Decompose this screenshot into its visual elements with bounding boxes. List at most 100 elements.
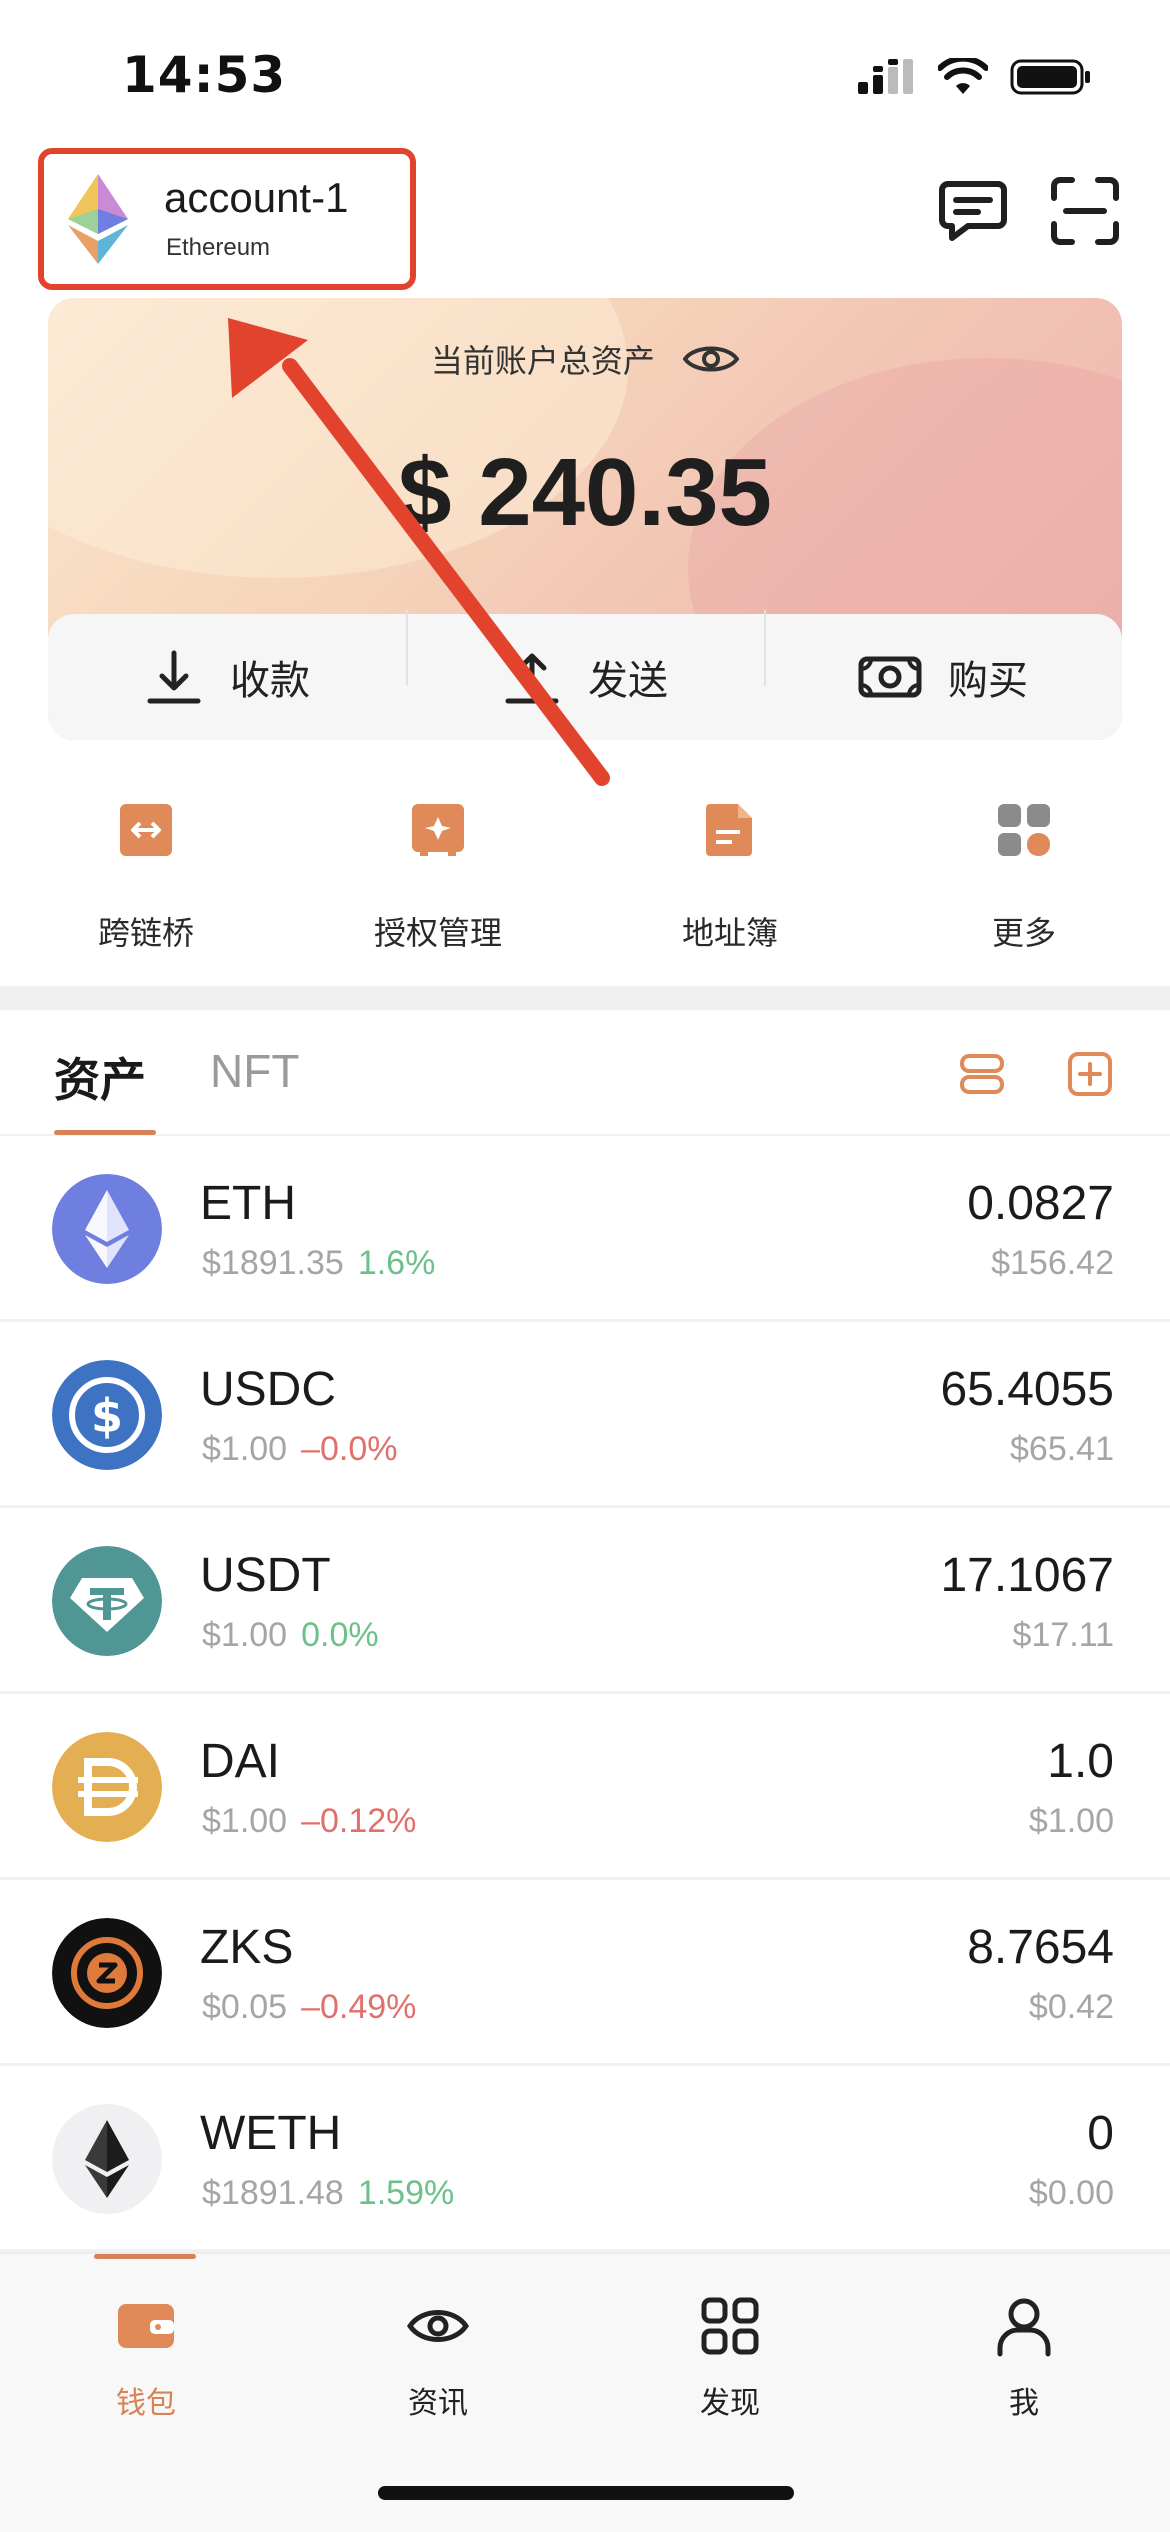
- shortcut-more[interactable]: 更多: [904, 800, 1144, 954]
- home-indicator: [378, 2486, 794, 2500]
- nav-discover[interactable]: 发现: [610, 2294, 850, 2422]
- message-icon[interactable]: [938, 176, 1008, 246]
- asset-value: $0.00: [1028, 2174, 1114, 2212]
- person-icon: [997, 2298, 1051, 2357]
- asset-price: $1.00: [202, 1802, 288, 1840]
- nav-news[interactable]: 资讯: [318, 2294, 558, 2422]
- asset-value: $17.11: [1012, 1616, 1114, 1654]
- shortcut-row: 跨链桥 授权管理 地址簿 更多: [0, 800, 1170, 970]
- status-bar: 14:53: [0, 0, 1170, 150]
- asset-amount: 0: [1087, 2107, 1114, 2160]
- asset-change: 0.0%: [301, 1616, 379, 1654]
- asset-symbol: USDC: [200, 1363, 337, 1416]
- asset-symbol: USDT: [200, 1549, 331, 1602]
- asset-symbol: WETH: [200, 2107, 342, 2160]
- status-time: 14:53: [122, 46, 287, 104]
- section-divider: [0, 986, 1170, 1010]
- asset-tabs: 资产 NFT: [0, 1010, 1170, 1136]
- eye-toggle-icon[interactable]: [682, 341, 740, 377]
- asset-row-usdt[interactable]: USDT $1.00 0.0% 17.1067 $17.11: [0, 1508, 1170, 1694]
- asset-row-dai[interactable]: DAI $1.00 –0.12% 1.0 $1.00: [0, 1694, 1170, 1880]
- asset-price-line: $1.00 –0.0%: [202, 1430, 398, 1469]
- asset-price: $0.05: [202, 1988, 288, 2026]
- nav-label: 我: [1009, 2386, 1039, 2421]
- cellular-signal-icon: [858, 59, 913, 94]
- ethereum-logo-icon: [68, 174, 128, 264]
- asset-value: $156.42: [991, 1244, 1114, 1282]
- wifi-icon: [938, 58, 988, 94]
- shortcut-label: 更多: [991, 914, 1056, 952]
- asset-price: $1.00: [202, 1616, 288, 1654]
- nav-me[interactable]: 我: [904, 2294, 1144, 2422]
- more-grid-icon: [998, 804, 1050, 856]
- asset-amount: 0.0827: [967, 1177, 1114, 1230]
- asset-amount: 17.1067: [940, 1549, 1114, 1602]
- active-tab-indicator: [54, 1130, 156, 1135]
- account-name: account-1: [164, 174, 349, 221]
- account-selector[interactable]: account-1 Ethereum: [38, 148, 416, 290]
- asset-row-zks[interactable]: ZKS $0.05 –0.49% 8.7654 $0.42: [0, 1880, 1170, 2066]
- wallet-icon: [118, 2304, 174, 2348]
- eye-icon: [406, 2310, 470, 2342]
- zks-token-icon: [52, 1918, 162, 2028]
- receive-button[interactable]: 收款: [48, 647, 406, 707]
- list-view-icon[interactable]: [958, 1050, 1006, 1098]
- scan-icon[interactable]: [1050, 176, 1120, 246]
- asset-list: ETH $1891.35 1.6% 0.0827 $156.42 $ USDC $…: [0, 1136, 1170, 2252]
- battery-icon: [1010, 59, 1090, 95]
- send-button[interactable]: 发送: [406, 609, 764, 707]
- asset-change: –0.49%: [301, 1988, 417, 2026]
- shortcut-authorization[interactable]: 授权管理: [318, 800, 558, 954]
- asset-change: 1.6%: [357, 1244, 436, 1282]
- asset-price-line: $0.05 –0.49%: [202, 1988, 416, 2027]
- balance-amount: $ 240.35: [398, 439, 772, 546]
- asset-symbol: DAI: [200, 1735, 281, 1788]
- add-token-icon[interactable]: [1066, 1050, 1114, 1098]
- asset-symbol: ZKS: [200, 1921, 294, 1974]
- buy-label: 购买: [948, 658, 1028, 704]
- asset-amount: 65.4055: [940, 1363, 1114, 1416]
- nav-label: 资讯: [408, 2386, 468, 2421]
- nav-label: 钱包: [116, 2386, 176, 2421]
- send-label: 发送: [588, 658, 668, 704]
- eth-token-icon: [52, 1174, 162, 1284]
- shortcut-label: 跨链桥: [97, 914, 194, 952]
- buy-button[interactable]: 购买: [764, 610, 1122, 706]
- authorization-icon: [412, 804, 464, 856]
- receive-label: 收款: [230, 658, 310, 704]
- balance-title-text: 当前账户总资产: [430, 342, 655, 380]
- active-nav-indicator: [94, 2254, 196, 2259]
- usdc-token-icon: $: [52, 1360, 162, 1470]
- asset-value: $0.42: [1028, 1988, 1114, 2026]
- asset-amount: 1.0: [1047, 1735, 1114, 1788]
- tab-nft[interactable]: NFT: [210, 1044, 299, 1098]
- address-book-icon: [706, 804, 752, 856]
- upload-icon: [505, 653, 559, 704]
- nav-label: 发现: [700, 2386, 760, 2421]
- bridge-icon: [120, 804, 172, 856]
- asset-price-line: $1.00 0.0%: [202, 1616, 379, 1655]
- asset-row-eth[interactable]: ETH $1891.35 1.6% 0.0827 $156.42: [0, 1136, 1170, 1322]
- asset-change: –0.0%: [301, 1430, 398, 1468]
- shortcut-address-book[interactable]: 地址簿: [610, 800, 850, 954]
- nav-wallet[interactable]: 钱包: [26, 2294, 266, 2422]
- asset-price: $1891.48: [202, 2174, 344, 2212]
- tab-assets[interactable]: 资产: [54, 1044, 146, 1110]
- network-name: Ethereum: [166, 234, 271, 261]
- asset-price-line: $1891.48 1.59%: [202, 2174, 454, 2213]
- download-icon: [147, 650, 201, 704]
- shortcut-label: 授权管理: [373, 914, 502, 952]
- dai-token-icon: [52, 1732, 162, 1842]
- asset-value: $1.00: [1028, 1802, 1114, 1840]
- asset-price-line: $1891.35 1.6%: [202, 1244, 435, 1283]
- asset-row-weth[interactable]: WETH $1891.48 1.59% 0 $0.00: [0, 2066, 1170, 2252]
- cash-icon: [858, 656, 922, 698]
- grid-icon: [701, 2297, 759, 2355]
- asset-change: 1.59%: [357, 2174, 455, 2212]
- usdt-token-icon: [52, 1546, 162, 1656]
- asset-value: $65.41: [1010, 1430, 1114, 1468]
- asset-row-usdc[interactable]: $ USDC $1.00 –0.0% 65.4055 $65.41: [0, 1322, 1170, 1508]
- shortcut-bridge[interactable]: 跨链桥: [26, 800, 266, 954]
- status-icons: [858, 58, 1092, 96]
- asset-change: –0.12%: [301, 1802, 417, 1840]
